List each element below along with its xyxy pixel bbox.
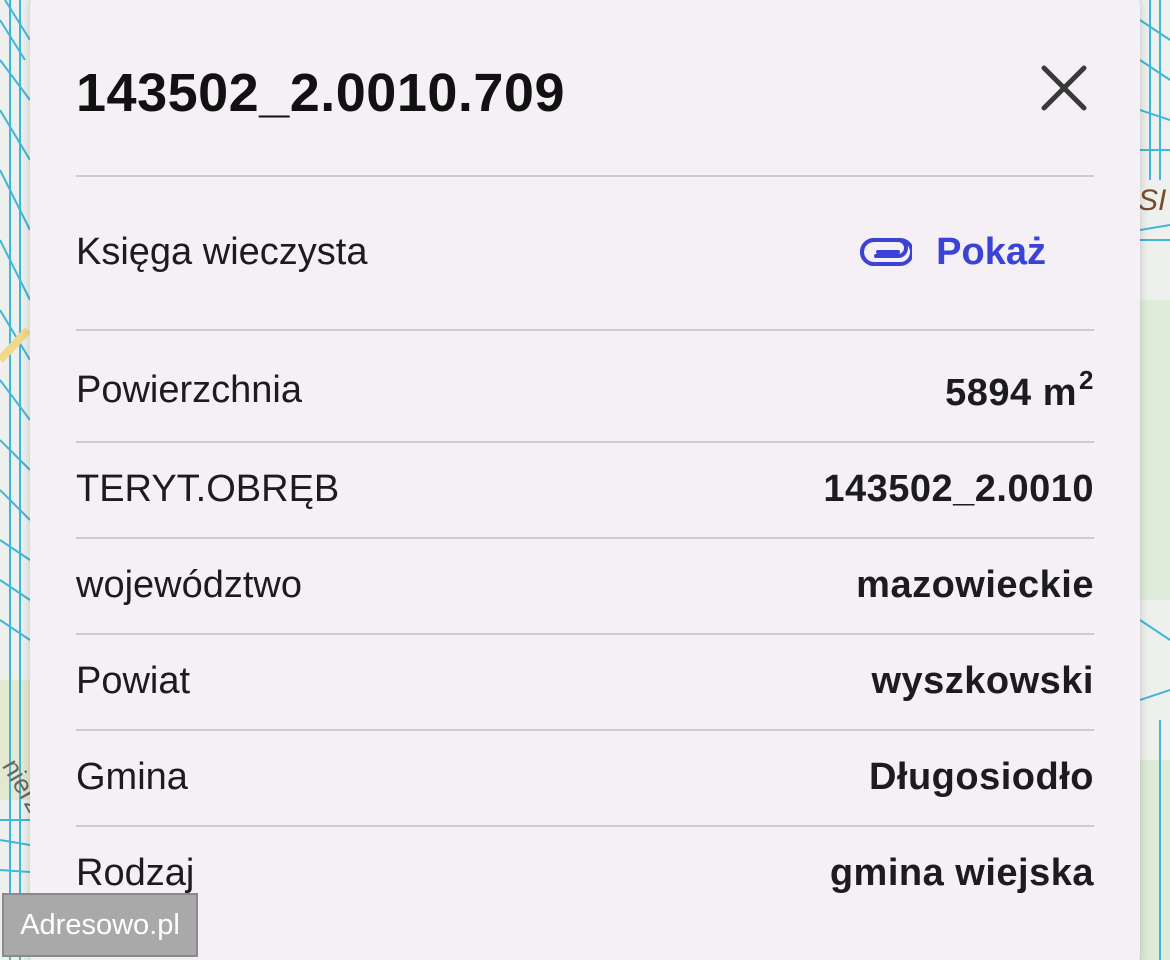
area-value: 5894 m2 — [945, 365, 1094, 415]
row-powierzchnia: Powierzchnia 5894 m2 — [76, 350, 1094, 430]
parcel-id-title: 143502_2.0010.709 — [76, 63, 565, 123]
row-value: mazowieckie — [856, 563, 1094, 606]
show-link-label: Pokaż — [936, 230, 1046, 273]
close-button[interactable] — [1034, 58, 1094, 118]
area-unit-exponent: 2 — [1079, 365, 1094, 395]
row-wojewodztwo: województwo mazowieckie — [76, 546, 1094, 624]
map-label-right: SI — [1138, 184, 1166, 217]
row-label: Powiat — [76, 659, 191, 702]
row-rodzaj: Rodzaj gmina wiejska — [76, 834, 1094, 912]
row-label: Rodzaj — [76, 851, 195, 894]
divider — [76, 175, 1094, 177]
divider — [76, 825, 1094, 827]
divider — [76, 633, 1094, 635]
area-number: 5894 m — [945, 372, 1078, 414]
row-label: Powierzchnia — [76, 368, 302, 411]
row-value: wyszkowski — [871, 659, 1094, 702]
row-value: 143502_2.0010 — [823, 467, 1094, 510]
row-label: województwo — [76, 563, 302, 606]
row-label: Księga wieczysta — [76, 230, 368, 273]
attribution-badge[interactable]: Adresowo.pl — [2, 893, 198, 957]
row-label: TERYT.OBRĘB — [76, 467, 340, 510]
divider — [76, 329, 1094, 331]
panel-header: 143502_2.0010.709 — [76, 0, 1094, 175]
divider — [76, 537, 1094, 539]
row-powiat: Powiat wyszkowski — [76, 642, 1094, 720]
paperclip-icon — [860, 238, 913, 266]
row-value: Długosiodło — [868, 755, 1094, 798]
divider — [76, 441, 1094, 443]
parcel-info-panel: 143502_2.0010.709 Księga wieczysta Pokaż… — [30, 0, 1140, 960]
row-label: Gmina — [76, 755, 188, 798]
divider — [76, 729, 1094, 731]
row-gmina: Gmina Długosiodło — [76, 738, 1094, 816]
row-teryt-obreb: TERYT.OBRĘB 143502_2.0010 — [76, 450, 1094, 528]
row-value: gmina wiejska — [829, 851, 1094, 894]
row-ksiega-wieczysta: Księga wieczysta Pokaż — [76, 212, 1094, 292]
close-icon — [1041, 65, 1087, 111]
show-land-register-link[interactable]: Pokaż — [860, 231, 1046, 274]
